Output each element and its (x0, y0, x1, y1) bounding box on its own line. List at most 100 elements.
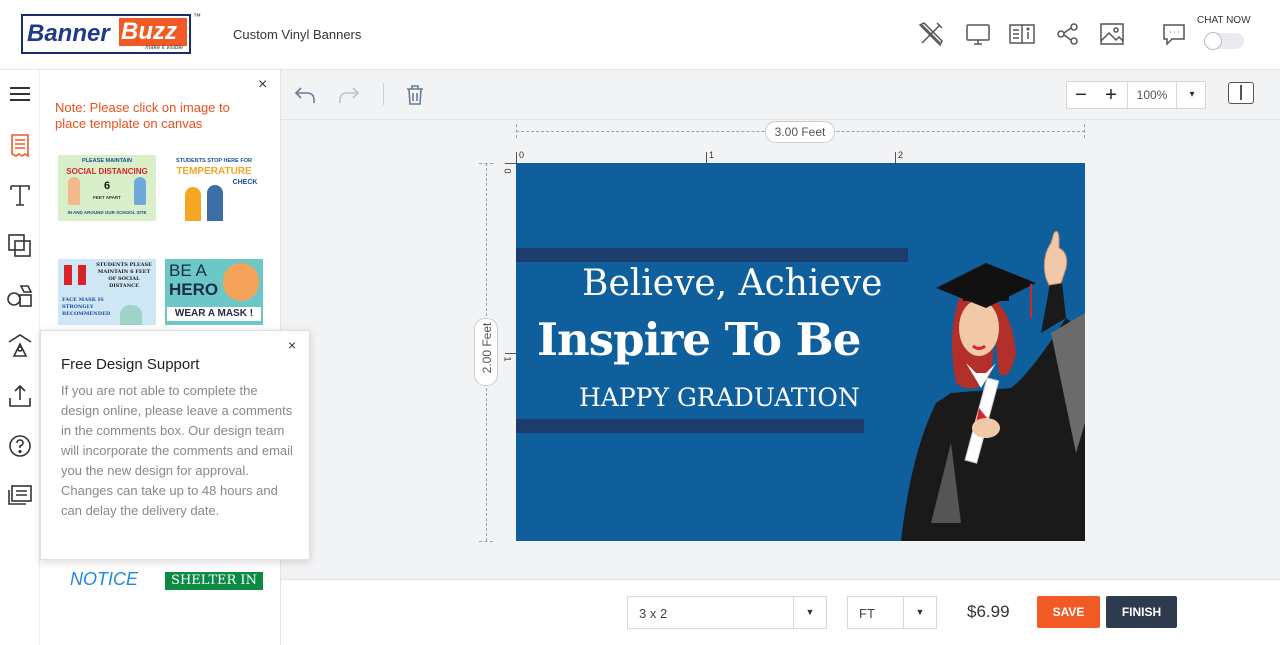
chevron-down-icon[interactable]: ▼ (793, 597, 826, 628)
book-icon[interactable] (1008, 20, 1036, 48)
unit-select-value: FT (859, 606, 875, 621)
thumb-text: WEAR A MASK ! (167, 307, 261, 321)
design-stripe-top (516, 248, 908, 262)
thumb-text: HERO (169, 280, 219, 299)
design-text-believe[interactable]: Believe, Achieve (582, 263, 882, 304)
top-header: Banner Buzz make it visible ™ Custom Vin… (0, 0, 1280, 70)
panel-toggle-icon[interactable] (1228, 82, 1254, 104)
ruler-tick (505, 163, 516, 164)
chat-now-toggle[interactable] (1204, 32, 1244, 50)
bottom-bar: 3 x 2 ▼ FT ▼ $6.99 SAVE FINISH (281, 579, 1280, 645)
thumb-text: SOCIAL DISTANCING (66, 167, 148, 176)
zoom-in-button[interactable]: + (1097, 82, 1125, 108)
zoom-value[interactable]: 100% (1127, 82, 1177, 108)
kid-figure (68, 177, 80, 205)
save-button[interactable]: SAVE (1037, 596, 1100, 628)
text-icon[interactable] (6, 181, 34, 209)
ruler-number: 1 (502, 356, 513, 362)
upload-icon[interactable] (6, 382, 34, 410)
help-icon[interactable] (6, 432, 34, 460)
thumb-text: CHECK (232, 179, 258, 186)
template-thumb-notice[interactable]: NOTICE (58, 567, 156, 591)
toggle-knob (1204, 32, 1222, 50)
left-tool-rail (0, 70, 40, 645)
layers-icon[interactable] (6, 231, 34, 259)
template-thumb-face-mask[interactable]: STUDENTS PLEASE MAINTAIN 6 FEET OF SOCIA… (58, 259, 156, 325)
template-thumb-be-a-hero[interactable]: BE A HERO WEAR A MASK ! (165, 259, 263, 325)
thumb-text: 6 (103, 180, 111, 192)
ruler-number: 0 (502, 168, 513, 174)
width-label: 3.00 Feet (765, 121, 835, 143)
thumb-text: NOTICE (70, 569, 139, 589)
shapes-icon[interactable] (6, 282, 34, 310)
design-text-graduation[interactable]: HAPPY GRADUATION (579, 383, 860, 412)
support-body: If you are not able to complete the desi… (61, 383, 293, 518)
canvas-toolbar: − + 100% ▾ (281, 70, 1280, 120)
price: $6.99 (967, 602, 1010, 621)
redo-icon[interactable] (337, 83, 361, 107)
size-select[interactable]: 3 x 2 ▼ (627, 596, 827, 629)
thumb-text: STUDENTS STOP HERE FOR (176, 158, 252, 164)
share-icon[interactable] (1054, 20, 1082, 48)
logo-text-buzz: Buzz (119, 18, 187, 46)
panel-note: Note: Please click on image to place tem… (55, 100, 230, 131)
graduate-illustration[interactable] (891, 223, 1085, 541)
desktop-preview-icon[interactable] (964, 20, 992, 48)
template-thumb-social-distancing[interactable]: PLEASE MAINTAIN SOCIAL DISTANCING 6 FEET… (58, 155, 156, 221)
logo-trademark: ™ (193, 12, 201, 21)
chevron-down-icon[interactable]: ▼ (903, 597, 936, 628)
finish-button[interactable]: FINISH (1106, 596, 1177, 628)
thumb-text: PLEASE MAINTAIN (81, 158, 132, 164)
free-design-support-popup: × Free Design Support If you are not abl… (40, 330, 310, 560)
zoom-out-button[interactable]: − (1067, 82, 1095, 108)
template-thumb-temperature-check[interactable]: STUDENTS STOP HERE FOR TEMPERATURE CHECK (165, 155, 263, 221)
comments-icon[interactable] (6, 482, 34, 510)
ruler-tick (516, 152, 517, 163)
bannerbuzz-logo[interactable]: Banner Buzz make it visible ™ (21, 12, 201, 54)
product-title: Custom Vinyl Banners (233, 27, 362, 42)
support-close-button[interactable]: × (288, 337, 296, 353)
person-figure (64, 265, 72, 285)
template-thumb-shelter-in-place[interactable]: SHELTER IN (165, 572, 263, 590)
ruler-number: 0 (519, 150, 525, 160)
masked-face (120, 305, 142, 325)
height-label-box: 2.00 Feet (474, 318, 498, 386)
logo-text-banner: Banner (27, 20, 110, 47)
ruler-number: 1 (709, 150, 715, 160)
toolbar-divider (383, 83, 384, 105)
image-icon[interactable] (1098, 20, 1126, 48)
thumb-text: STUDENTS PLEASE MAINTAIN 6 FEET OF SOCIA… (96, 262, 152, 289)
person-figure (207, 185, 223, 221)
thumb-text: TEMPERATURE (176, 166, 252, 177)
design-text-inspire[interactable]: Inspire To Be (537, 313, 861, 366)
height-label: 2.00 Feet (480, 322, 494, 374)
width-guide-end (1084, 124, 1085, 138)
chat-icon[interactable] (1160, 20, 1188, 48)
undo-icon[interactable] (293, 83, 317, 107)
thumb-text: FEET APART (93, 195, 121, 200)
thumb-text: SHELTER IN (171, 573, 257, 588)
ruler-number: 2 (898, 150, 904, 160)
zoom-control: − + 100% ▾ (1066, 81, 1206, 109)
height-guide-end (479, 541, 493, 542)
logo-tagline: make it visible (145, 45, 183, 51)
support-title: Free Design Support (61, 356, 200, 373)
design-tool-icon[interactable] (917, 20, 945, 48)
hero-face (223, 263, 259, 301)
trash-icon[interactable] (403, 83, 427, 107)
zoom-dropdown-button[interactable]: ▾ (1179, 82, 1205, 108)
ruler-tick (895, 152, 896, 163)
design-stripe-bottom (516, 419, 864, 433)
menu-icon[interactable] (6, 80, 34, 108)
thumb-text: IN AND AROUND OUR SCHOOL SITE (67, 210, 147, 215)
thumb-text: FACE MASK IS STRONGLY RECOMMENDED (62, 297, 111, 317)
clipart-icon[interactable] (6, 332, 34, 360)
ruler-tick (706, 152, 707, 163)
height-guide-end (479, 163, 493, 164)
ruler-tick (505, 353, 516, 354)
thumb-text: BE A (169, 261, 207, 280)
templates-icon[interactable] (6, 132, 34, 160)
unit-select[interactable]: FT ▼ (847, 596, 937, 629)
panel-close-button[interactable]: × (258, 76, 267, 94)
banner-design-canvas[interactable]: Believe, Achieve Inspire To Be HAPPY GRA… (516, 163, 1085, 541)
